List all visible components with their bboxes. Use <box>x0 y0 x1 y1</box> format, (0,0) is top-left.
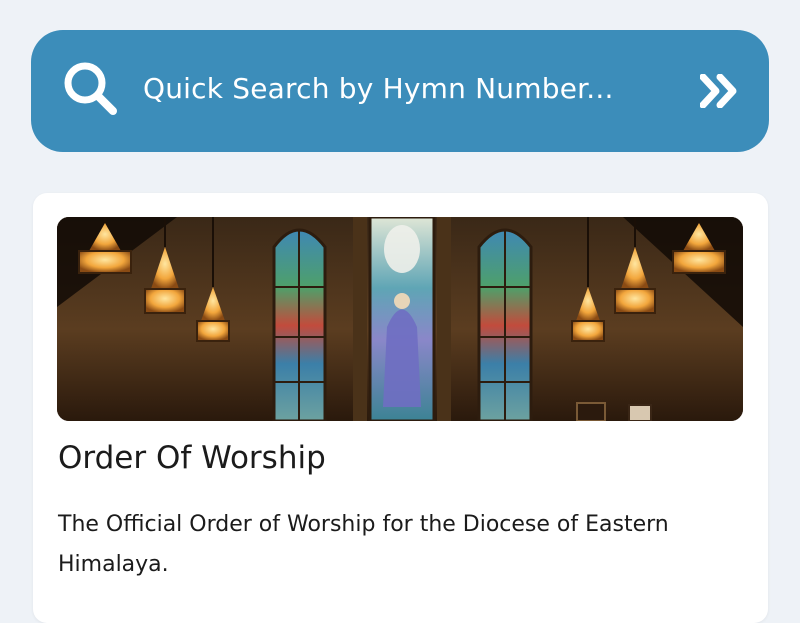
church-interior-illustration <box>57 217 743 421</box>
card-description: The Official Order of Worship for the Di… <box>58 512 669 577</box>
church-interior-image <box>57 217 743 421</box>
search-input[interactable]: Quick Search by Hymn Number... <box>143 72 614 105</box>
search-icon[interactable] <box>62 60 118 120</box>
double-chevron-right-icon[interactable] <box>700 74 740 108</box>
card-title: Order Of Worship <box>58 440 326 476</box>
